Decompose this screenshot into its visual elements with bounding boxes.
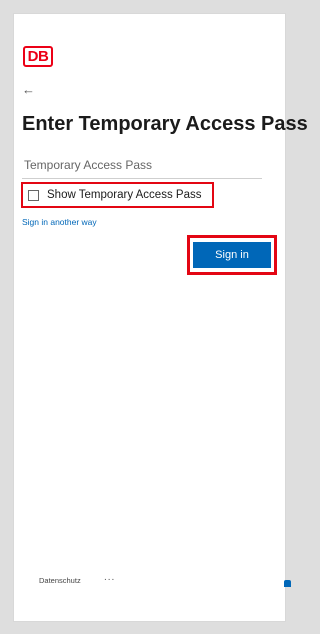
show-pass-checkbox-row[interactable]: Show Temporary Access Pass [21,182,214,208]
db-logo: DB [23,46,53,67]
sign-in-another-way-link[interactable]: Sign in another way [22,217,97,227]
signin-card [14,14,285,621]
show-pass-checkbox[interactable] [28,189,39,201]
show-pass-label: Show Temporary Access Pass [47,189,202,201]
sign-in-button[interactable]: Sign in [193,242,271,268]
page: DB ← Enter Temporary Access Pass Show Te… [0,0,308,634]
sign-in-highlight: Sign in [187,235,277,275]
back-arrow-icon[interactable]: ← [22,83,38,96]
accessibility-icon[interactable] [284,580,291,587]
privacy-link[interactable]: Datenschutz [39,576,81,585]
temporary-access-pass-input[interactable] [22,151,262,179]
more-options-icon[interactable]: ... [104,572,115,584]
page-title: Enter Temporary Access Pass [22,113,308,135]
